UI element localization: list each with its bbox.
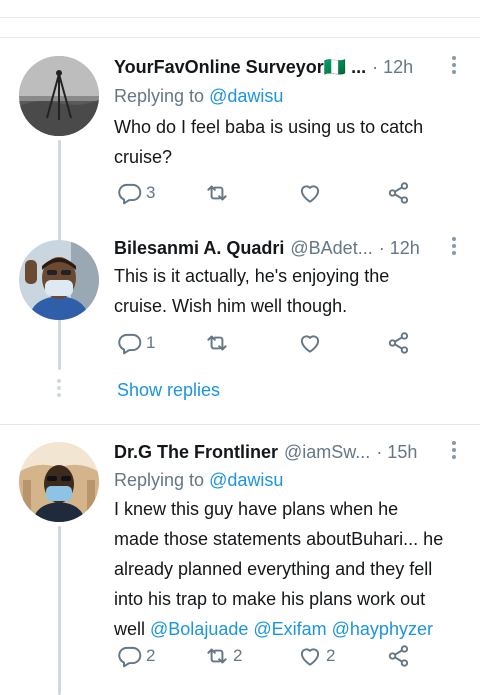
tweet-text: I knew this guy have plans when he made … bbox=[114, 494, 466, 644]
tweet-text: Who do I feel baba is using us to catch … bbox=[114, 112, 466, 172]
reply-count: 1 bbox=[146, 333, 156, 352]
reply-icon bbox=[118, 183, 142, 205]
retweet-button[interactable]: 2 bbox=[204, 641, 242, 671]
share-icon bbox=[388, 645, 409, 667]
tweet-header: Bilesanmi A. Quadri @BAdet... · 12h bbox=[114, 235, 466, 261]
heart-icon bbox=[300, 185, 320, 203]
text-line: into his trap to make his plans work out bbox=[114, 589, 426, 609]
retweet-button[interactable] bbox=[204, 178, 233, 208]
avatar[interactable] bbox=[19, 56, 99, 136]
retweet-icon bbox=[207, 335, 227, 351]
section-divider bbox=[0, 424, 480, 425]
show-replies-link[interactable]: Show replies bbox=[117, 380, 220, 401]
reply-icon bbox=[118, 646, 142, 668]
display-name[interactable]: Dr.G The Frontliner bbox=[114, 442, 278, 463]
thread-line bbox=[58, 526, 61, 695]
like-button[interactable]: 2 bbox=[297, 641, 335, 671]
replying-mention[interactable]: @dawisu bbox=[209, 86, 283, 106]
display-name[interactable]: Bilesanmi A. Quadri bbox=[114, 238, 284, 259]
reply-count: 3 bbox=[146, 183, 156, 202]
text-line: Who do I feel baba is using us to catch bbox=[114, 117, 424, 137]
retweet-count: 2 bbox=[233, 646, 243, 665]
user-handle[interactable]: @iamSw... bbox=[284, 442, 370, 463]
heart-icon bbox=[300, 648, 320, 666]
avatar[interactable] bbox=[19, 240, 99, 320]
share-icon bbox=[388, 332, 409, 354]
more-options-icon[interactable] bbox=[452, 441, 458, 462]
avatar-image bbox=[19, 442, 99, 522]
tweet-actions: 2 2 2 bbox=[112, 641, 432, 671]
replying-prefix: Replying to bbox=[114, 86, 210, 106]
tweet-header: YourFavOnline Surveyor🇳🇬 ... · 12h bbox=[114, 54, 466, 80]
like-button[interactable] bbox=[297, 178, 326, 208]
user-handle[interactable]: @BAdet... bbox=[290, 238, 372, 259]
share-icon bbox=[388, 182, 409, 204]
text-line: cruise. Wish him well though. bbox=[114, 296, 348, 316]
mention-links[interactable]: @Bolajuade @Exifam @hayphyzer bbox=[150, 619, 433, 639]
display-name[interactable]: YourFavOnline Surveyor🇳🇬 ... bbox=[114, 57, 366, 78]
text-line: This is it actually, he's enjoying the bbox=[114, 266, 390, 286]
replying-mention[interactable]: @dawisu bbox=[209, 470, 283, 490]
like-button[interactable] bbox=[297, 328, 326, 358]
tweet-header: Dr.G The Frontliner @iamSw... · 15h bbox=[114, 439, 466, 465]
section-divider bbox=[0, 37, 480, 38]
share-button[interactable] bbox=[386, 178, 412, 208]
timestamp[interactable]: · 12h bbox=[379, 238, 420, 259]
retweet-icon bbox=[207, 648, 227, 664]
reply-button[interactable]: 2 bbox=[117, 641, 155, 671]
text-line: I knew this guy have plans when he bbox=[114, 499, 399, 519]
replying-to: Replying to @dawisu bbox=[114, 86, 283, 107]
tweet-actions: 1 bbox=[112, 328, 432, 358]
replying-to: Replying to @dawisu bbox=[114, 470, 283, 491]
text-line: cruise? bbox=[114, 147, 173, 167]
timestamp[interactable]: · 15h bbox=[376, 442, 417, 463]
text-line: well @Bolajuade @Exifam @hayphyzer bbox=[114, 614, 466, 644]
avatar-image bbox=[19, 240, 99, 320]
top-divider bbox=[0, 17, 480, 18]
tweet-actions: 3 bbox=[112, 178, 432, 208]
text-fragment: well bbox=[114, 619, 151, 639]
reply-button[interactable]: 1 bbox=[117, 328, 155, 358]
avatar[interactable] bbox=[19, 442, 99, 522]
reply-icon bbox=[118, 333, 142, 355]
text-line: already planned everything and they fell bbox=[114, 559, 433, 579]
heart-icon bbox=[300, 335, 320, 353]
text-line: made those statements aboutBuhari... he bbox=[114, 529, 444, 549]
more-options-icon[interactable] bbox=[452, 56, 458, 77]
timestamp[interactable]: · 12h bbox=[372, 57, 413, 78]
thread-dots bbox=[57, 379, 62, 400]
tweet-text: This is it actually, he's enjoying the c… bbox=[114, 261, 466, 321]
share-button[interactable] bbox=[386, 328, 412, 358]
retweet-button[interactable] bbox=[204, 328, 233, 358]
reply-count: 2 bbox=[146, 646, 156, 665]
reply-button[interactable]: 3 bbox=[117, 178, 155, 208]
share-button[interactable] bbox=[386, 641, 412, 671]
more-options-icon[interactable] bbox=[452, 237, 458, 258]
retweet-icon bbox=[207, 185, 227, 201]
replying-prefix: Replying to bbox=[114, 470, 210, 490]
avatar-image bbox=[19, 56, 99, 136]
like-count: 2 bbox=[326, 646, 336, 665]
